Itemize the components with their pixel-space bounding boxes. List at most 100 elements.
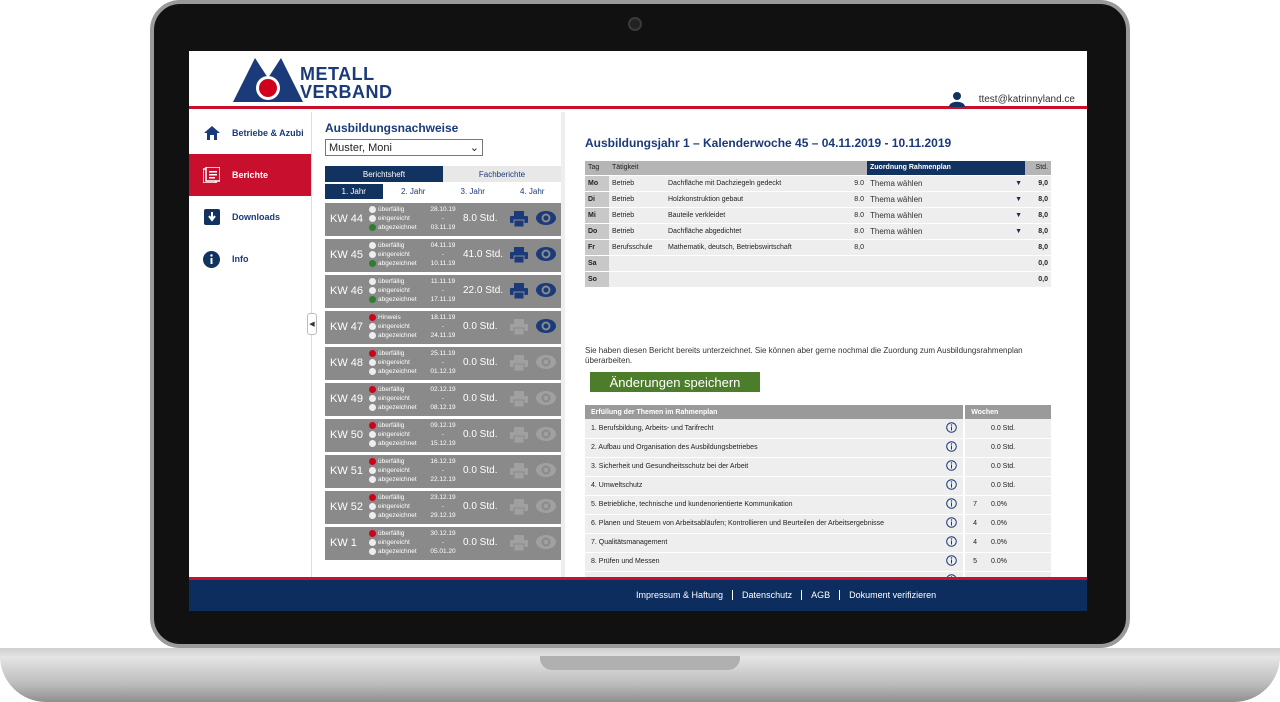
view-icon[interactable] <box>536 355 556 372</box>
print-icon[interactable] <box>510 463 528 482</box>
status-line: Hinweis <box>369 313 417 322</box>
day-row: Mo Betrieb Dachfläche mit Dachziegeln gede… <box>585 175 1051 192</box>
webcam <box>628 17 642 31</box>
status-line: überfällig <box>369 277 417 286</box>
tab-year-4[interactable]: 4. Jahr <box>503 184 561 199</box>
footer-link-datenschutz[interactable]: Datenschutz <box>733 590 803 600</box>
week-list-scrollbar[interactable] <box>561 112 565 577</box>
print-icon[interactable] <box>510 427 528 446</box>
place-cell: Betrieb <box>609 175 665 192</box>
day-row: Do Betrieb Dachfläche abgedichtet 8.0 Thema … <box>585 223 1051 240</box>
print-icon[interactable] <box>510 247 528 266</box>
tab-fachberichte[interactable]: Fachberichte <box>443 166 561 182</box>
print-icon[interactable] <box>510 535 528 554</box>
week-status-list: überfällig eingereicht abgezeichnet <box>369 241 417 268</box>
logo-text: METALL VERBAND <box>300 64 393 102</box>
status-line: überfällig <box>369 205 417 214</box>
info-icon[interactable] <box>940 552 965 572</box>
week-row[interactable]: KW 52 überfällig eingereicht abgezeichnet 23… <box>325 491 561 524</box>
col-wochen: Wochen <box>963 405 1051 419</box>
week-row[interactable]: KW 1 überfällig eingereicht abgezeichnet 30.… <box>325 527 561 560</box>
status-dot <box>369 539 376 546</box>
footer-link-agb[interactable]: AGB <box>802 590 841 600</box>
user-menu[interactable]: ttest@katrinnyland.ce <box>948 91 1075 107</box>
collapse-sidebar-button[interactable]: ◀ <box>307 313 317 335</box>
week-dates: 25.11.19-01.12.19 <box>430 350 456 375</box>
week-label: KW 52 <box>330 501 364 513</box>
info-icon[interactable] <box>940 457 965 477</box>
status-line: eingereicht <box>369 358 417 367</box>
nav-item-berichte[interactable]: Berichte <box>189 154 311 196</box>
view-icon[interactable] <box>536 535 556 552</box>
week-row[interactable]: KW 49 überfällig eingereicht abgezeichnet 02… <box>325 383 561 416</box>
print-icon[interactable] <box>510 319 528 338</box>
signed-note: Sie haben diesen Bericht bereits unterze… <box>585 346 1023 365</box>
trainee-select[interactable]: Muster, Moni ⌄ <box>325 139 483 156</box>
sidebar-nav: Betriebe & Azubi Berichte Downloads Info <box>189 112 311 577</box>
topic-weeks <box>963 457 985 477</box>
week-row[interactable]: KW 48 überfällig eingereicht abgezeichnet 25… <box>325 347 561 380</box>
status-dot <box>369 206 376 213</box>
view-icon[interactable] <box>536 211 556 228</box>
week-row[interactable]: KW 45 überfällig eingereicht abgezeichnet 04… <box>325 239 561 272</box>
print-icon[interactable] <box>510 211 528 230</box>
info-icon[interactable] <box>940 495 965 515</box>
week-status-list: überfällig eingereicht abgezeichnet <box>369 457 417 484</box>
week-row[interactable]: KW 44 überfällig eingereicht abgezeichnet 28… <box>325 203 561 236</box>
info-icon[interactable] <box>940 514 965 534</box>
nav-item-betriebe[interactable]: Betriebe & Azubi <box>189 112 311 154</box>
status-line: abgezeichnet <box>369 439 417 448</box>
view-icon[interactable] <box>536 499 556 516</box>
view-icon[interactable] <box>536 463 556 480</box>
topic-select[interactable]: Thema wählen ▼ <box>867 207 1025 224</box>
topic-name: 8. Prüfen und Messen <box>585 552 941 572</box>
topic-progress: 0.0 Std. <box>985 438 1051 458</box>
print-icon[interactable] <box>510 283 528 302</box>
status-line: überfällig <box>369 385 417 394</box>
view-icon[interactable] <box>536 319 556 336</box>
status-dot <box>369 440 376 447</box>
week-row[interactable]: KW 50 überfällig eingereicht abgezeichnet 09… <box>325 419 561 452</box>
info-icon[interactable] <box>940 476 965 496</box>
view-icon[interactable] <box>536 283 556 300</box>
view-icon[interactable] <box>536 391 556 408</box>
view-icon[interactable] <box>536 247 556 264</box>
nav-item-downloads[interactable]: Downloads <box>189 196 311 238</box>
week-row[interactable]: KW 51 überfällig eingereicht abgezeichnet 16… <box>325 455 561 488</box>
print-icon[interactable] <box>510 499 528 518</box>
week-row[interactable]: KW 47 Hinweis eingereicht abgezeichnet 18.11… <box>325 311 561 344</box>
topic-select[interactable]: Thema wählen ▼ <box>867 191 1025 208</box>
home-icon <box>203 125 220 142</box>
status-line: abgezeichnet <box>369 295 417 304</box>
activity-cell: Mathematik, deutsch, Betriebswirtschaft <box>665 239 845 256</box>
tab-berichtsheft[interactable]: Berichtsheft <box>325 166 443 182</box>
week-hours: 8.0 Std. <box>463 213 498 224</box>
topic-weeks: 4 <box>963 514 985 534</box>
info-icon[interactable] <box>940 438 965 458</box>
info-icon[interactable] <box>940 533 965 553</box>
status-line: abgezeichnet <box>369 367 417 376</box>
print-icon[interactable] <box>510 355 528 374</box>
topic-name: 5. Betriebliche, technische und kundenor… <box>585 495 941 515</box>
topic-select[interactable]: Thema wählen ▼ <box>867 223 1025 240</box>
view-icon[interactable] <box>536 427 556 444</box>
save-changes-button[interactable]: Änderungen speichern <box>590 372 760 392</box>
tab-year-1[interactable]: 1. Jahr <box>325 184 383 199</box>
footer-link-verifizieren[interactable]: Dokument verifizieren <box>840 590 945 600</box>
week-label: KW 47 <box>330 321 364 333</box>
status-line: überfällig <box>369 349 417 358</box>
print-icon[interactable] <box>510 391 528 410</box>
week-list: KW 44 überfällig eingereicht abgezeichnet 28… <box>325 203 561 563</box>
week-row[interactable]: KW 46 überfällig eingereicht abgezeichnet 11… <box>325 275 561 308</box>
nav-item-info[interactable]: Info <box>189 238 311 280</box>
week-hours: 41.0 Std. <box>463 249 504 260</box>
week-label: KW 45 <box>330 249 364 261</box>
week-dates: 30.12.19-05.01.20 <box>430 530 456 555</box>
tab-year-3[interactable]: 3. Jahr <box>444 184 502 199</box>
status-dot <box>369 494 376 501</box>
info-icon[interactable] <box>940 419 965 439</box>
tab-year-2[interactable]: 2. Jahr <box>384 184 442 199</box>
topic-select[interactable]: Thema wählen ▼ <box>867 175 1025 192</box>
status-dot <box>369 395 376 402</box>
footer-link-impressum[interactable]: Impressum & Haftung <box>627 590 734 600</box>
